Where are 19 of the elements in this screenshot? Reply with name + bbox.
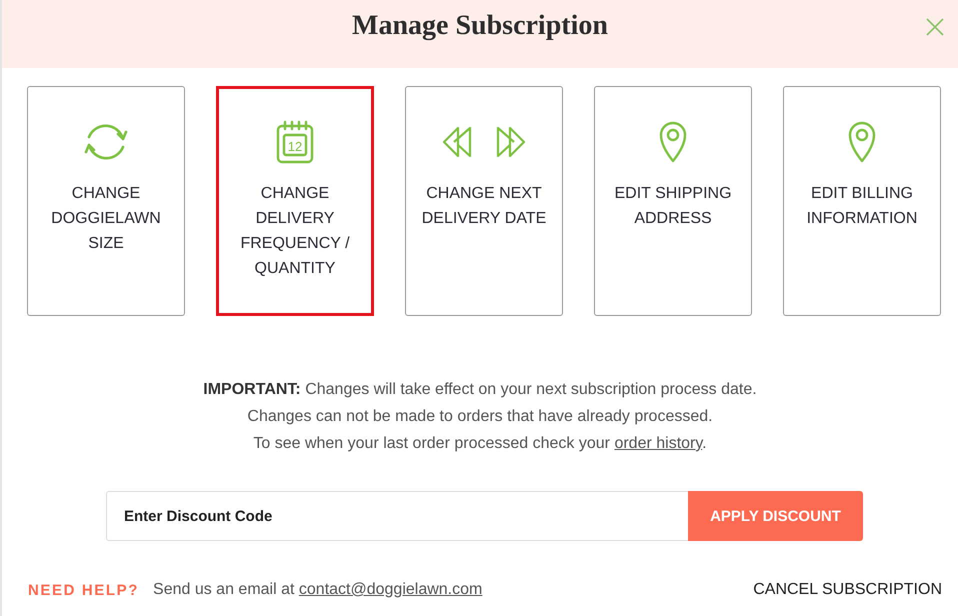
close-icon[interactable] (925, 17, 945, 37)
help-text: Send us an email at contact@doggielawn.com (153, 581, 482, 599)
email-link[interactable]: contact@doggielawn.com (298, 581, 482, 598)
notice-text: To see when your last order processed check your order history. (253, 434, 707, 454)
option-card[interactable]: CHANGE NEXT DELIVERY DATE (405, 86, 563, 316)
order-history-link[interactable]: order history (614, 435, 702, 452)
notice-text: IMPORTANT: Changes will take effect on your next subscription process date. (203, 380, 757, 400)
rewind-forward-icon (442, 126, 526, 158)
cancel-subscription-button[interactable]: CANCEL SUBSCRIPTION (753, 581, 942, 599)
discount-code-field[interactable]: Enter Discount Code (106, 491, 688, 541)
location-pin-icon (659, 121, 687, 163)
option-card[interactable]: 12 CHANGE DELIVERY FREQUENCY / QUANTITY (216, 86, 374, 316)
option-card[interactable]: EDIT SHIPPING ADDRESS (594, 86, 752, 316)
option-card[interactable]: EDIT BILLING INFORMATION (783, 86, 941, 316)
dialog-title: Manage Subscription (352, 10, 608, 42)
help-label: NEED HELP? (28, 582, 140, 598)
option-card[interactable]: CHANGE DOGGIELAWN SIZE (27, 86, 185, 316)
location-pin-icon (848, 121, 876, 163)
notice-text: Changes can not be made to orders that have already processed. (247, 407, 713, 427)
